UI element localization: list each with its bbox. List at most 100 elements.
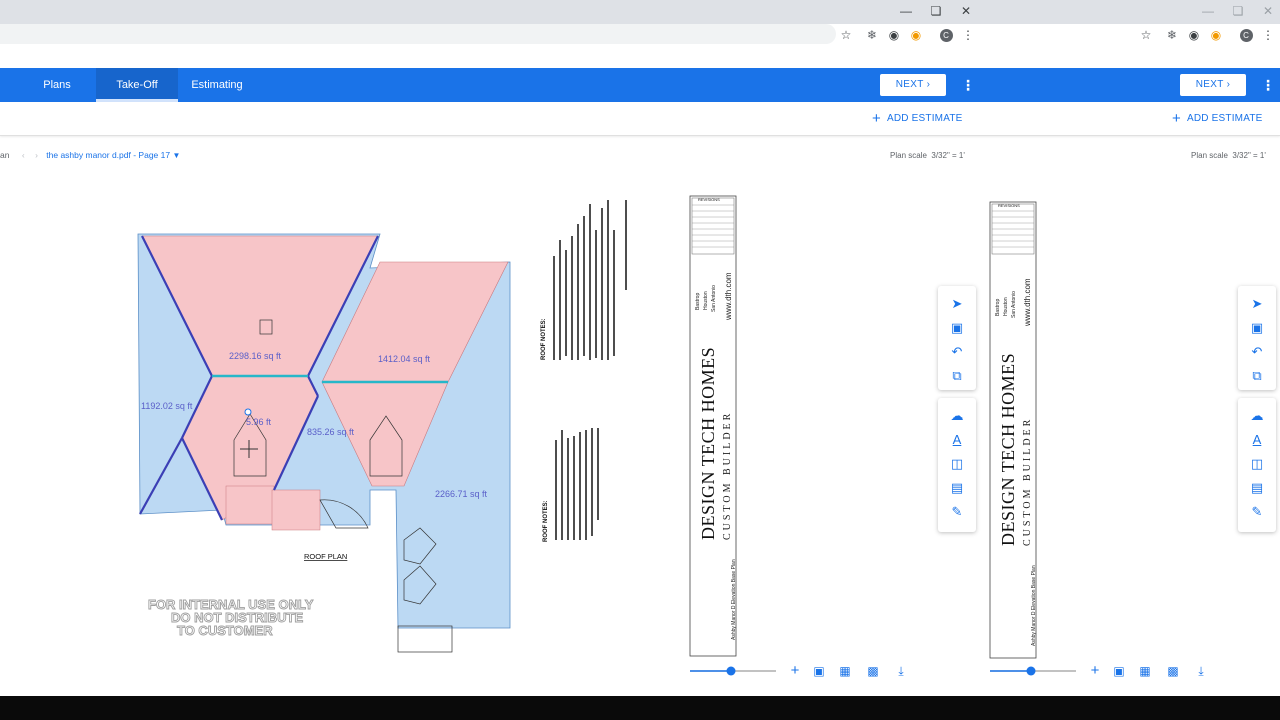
cloud-icon[interactable]: ☁ [1247, 406, 1267, 426]
pencil-icon[interactable]: ✎ [1247, 502, 1267, 522]
fit-page-icon[interactable]: ▣ [810, 662, 828, 680]
restore-icon[interactable]: ❏ [926, 2, 946, 20]
more-menu-icon-2[interactable]: ⋮ [1260, 74, 1276, 96]
tab-plans[interactable]: Plans [22, 68, 92, 102]
select-area-icon[interactable]: ▣ [947, 318, 967, 338]
dropdown-arrow-icon[interactable]: ▼ [172, 151, 180, 160]
extension-icon-2[interactable]: ◉ [884, 26, 904, 44]
roof-notes-heading: ROOF NOTES: [541, 318, 547, 360]
chevron-right-icon[interactable]: › [35, 150, 38, 160]
next-button-2[interactable]: NEXT › [1180, 74, 1246, 96]
extension-icon-4[interactable]: ❄ [1162, 26, 1182, 44]
text-icon[interactable]: A [947, 430, 967, 450]
company-name: DESIGN TECH HOMES [998, 353, 1018, 546]
next-button[interactable]: NEXT › [880, 74, 946, 96]
minimize-icon-2[interactable]: — [1198, 2, 1218, 20]
tab-label: Plans [43, 79, 71, 91]
chevron-left-icon[interactable]: ‹ [22, 150, 25, 160]
extension-icon[interactable]: ❄ [862, 26, 882, 44]
tab-estimating[interactable]: Estimating [180, 68, 254, 102]
profile-avatar[interactable]: C [936, 26, 956, 44]
cloud-icon[interactable]: ☁ [947, 406, 967, 426]
close-icon[interactable]: ✕ [956, 2, 976, 20]
select-arrow-icon[interactable]: ➤ [947, 294, 967, 314]
grid-icon-2[interactable]: ▦ [1136, 662, 1154, 680]
grid-icon[interactable]: ▦ [836, 662, 854, 680]
ruler-icon[interactable]: ▤ [1247, 478, 1267, 498]
file-page-selector[interactable]: the ashby manor d.pdf - Page 17 [46, 150, 170, 160]
more-menu-icon[interactable]: ⋮ [960, 74, 976, 96]
plan-scale-2: Plan scale 3/32" = 1' [1191, 151, 1266, 160]
plan-canvas[interactable]: 2298.16 sq ft 1412.04 sq ft 1192.02 sq f… [0, 165, 1280, 695]
star-icon[interactable]: ☆ [836, 26, 856, 44]
pencil-icon[interactable]: ✎ [947, 502, 967, 522]
download-icon-2[interactable]: ⤓ [1192, 662, 1210, 680]
minimap-icon[interactable]: ▩ [864, 662, 882, 680]
select-area-icon[interactable]: ▣ [1247, 318, 1267, 338]
area-label: 2298.16 sq ft [229, 351, 282, 361]
chevron-right-icon: › [1226, 79, 1231, 90]
browser-address-row: ☆ ❄ ◉ ◉ C ⋮ ☆ ❄ ◉ ◉ C ⋮ [0, 24, 1280, 70]
add-estimate-button-2[interactable]: + ADD ESTIMATE [1172, 110, 1263, 127]
ruler-icon[interactable]: ▤ [947, 478, 967, 498]
breadcrumb-prefix[interactable]: an [0, 150, 9, 160]
undo-icon[interactable]: ↶ [1247, 342, 1267, 362]
city-label: Bastrop [695, 293, 701, 310]
tool-panel-top-2: ➤ ▣ ↶ ⧉ [1238, 286, 1276, 390]
zoom-in-icon[interactable]: + [786, 662, 804, 680]
plan-scale-label: Plan scale [1191, 151, 1228, 160]
city-label: Bastrop [995, 299, 1001, 316]
compare-icon[interactable]: ◫ [1247, 454, 1267, 474]
select-arrow-icon[interactable]: ➤ [1247, 294, 1267, 314]
minimize-icon[interactable]: — [896, 2, 916, 20]
sheet-title: Ashby Manor D Elevation Base Plan [731, 559, 737, 640]
zoom-in-icon-2[interactable]: + [1086, 662, 1104, 680]
area-label: 1412.04 sq ft [378, 354, 431, 364]
website-label: www.dth.com [724, 272, 733, 321]
city-label: San Antonio [1011, 291, 1017, 318]
compare-icon[interactable]: ◫ [947, 454, 967, 474]
minimap-icon-2[interactable]: ▩ [1164, 662, 1182, 680]
zoom-slider-2[interactable] [990, 666, 1076, 676]
extension-icon-3[interactable]: ◉ [906, 26, 926, 44]
tool-panel-top: ➤ ▣ ↶ ⧉ [938, 286, 976, 390]
zoom-slider-thumb[interactable] [726, 666, 736, 676]
zoom-slider[interactable] [690, 666, 776, 676]
undo-icon[interactable]: ↶ [947, 342, 967, 362]
fit-page-icon-2[interactable]: ▣ [1110, 662, 1128, 680]
star-icon-2[interactable]: ☆ [1136, 26, 1156, 44]
city-label: San Antonio [711, 285, 717, 312]
add-estimate-label: ADD ESTIMATE [1186, 113, 1263, 124]
browser-menu-icon[interactable]: ⋮ [958, 26, 978, 44]
zoom-slider-thumb[interactable] [1026, 666, 1036, 676]
text-icon[interactable]: A [1247, 430, 1267, 450]
area-label: 1192.02 sq ft [141, 401, 193, 411]
roof-area-porch-2[interactable] [271, 489, 321, 531]
browser-menu-icon-2[interactable]: ⋮ [1258, 26, 1278, 44]
measure-handle[interactable] [244, 408, 252, 416]
watermark-line-3: TO CUSTOMER [177, 623, 273, 638]
chevron-right-icon: › [926, 79, 931, 90]
plan-scale-value: 3/32" = 1' [1232, 151, 1266, 160]
roof-notes: ROOF NOTES: ROOF NOTES: [541, 200, 627, 542]
tool-panel-bottom-2: ☁ A ◫ ▤ ✎ [1238, 398, 1276, 532]
browser-tab-strip: — ❏ ✕ — ❏ ✕ [0, 0, 1280, 24]
roof-plan-title: ROOF PLAN [304, 552, 347, 561]
download-icon[interactable]: ⤓ [892, 662, 910, 680]
add-estimate-button[interactable]: + ADD ESTIMATE [872, 110, 963, 127]
extension-icon-6[interactable]: ◉ [1206, 26, 1226, 44]
roof-notes-heading-2: ROOF NOTES: [543, 500, 549, 542]
close-icon-2[interactable]: ✕ [1258, 2, 1278, 20]
extension-icon-5[interactable]: ◉ [1184, 26, 1204, 44]
sub-toolbar [0, 102, 1280, 136]
roof-area-porch[interactable] [225, 485, 275, 525]
city-label: Houston [703, 291, 709, 310]
copy-icon[interactable]: ⧉ [947, 366, 967, 386]
address-bar[interactable] [0, 24, 836, 44]
profile-avatar-2[interactable]: C [1236, 26, 1256, 44]
company-name: DESIGN TECH HOMES [698, 347, 718, 540]
tab-take-off[interactable]: Take-Off [96, 68, 178, 102]
restore-icon-2[interactable]: ❏ [1228, 2, 1248, 20]
copy-icon[interactable]: ⧉ [1247, 366, 1267, 386]
app-header: Plans Take-Off Estimating NEXT › ⋮ NEXT … [0, 68, 1280, 102]
